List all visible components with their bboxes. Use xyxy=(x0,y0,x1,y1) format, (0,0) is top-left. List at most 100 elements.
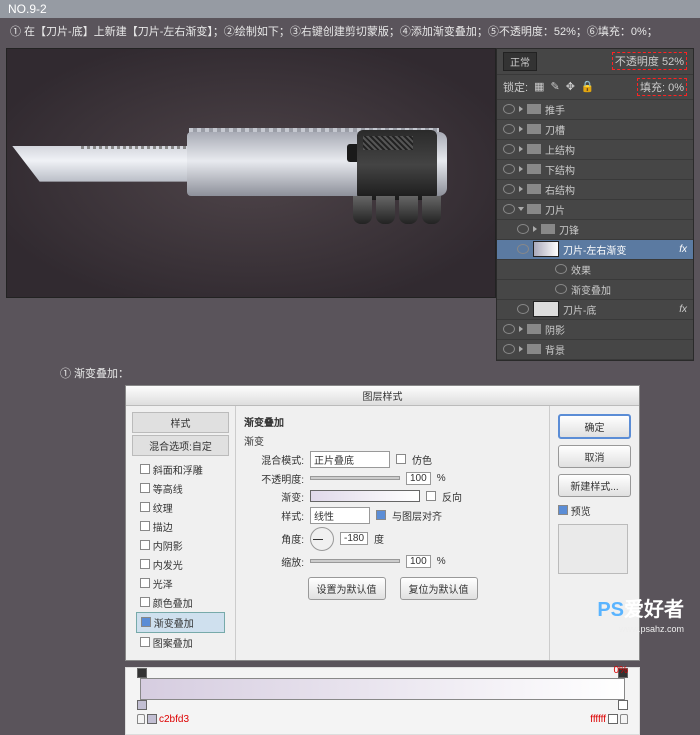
visibility-icon[interactable] xyxy=(503,164,515,174)
expand-icon[interactable] xyxy=(519,106,523,112)
align-checkbox[interactable] xyxy=(376,510,386,520)
style-checkbox[interactable] xyxy=(140,540,150,550)
expand-icon[interactable] xyxy=(519,346,523,352)
visibility-icon[interactable] xyxy=(517,244,529,254)
style-select[interactable]: 线性 xyxy=(310,507,370,524)
style-item[interactable]: 纹理 xyxy=(136,498,225,517)
gradient-preview[interactable] xyxy=(310,490,420,502)
blend-header[interactable]: 混合选项:自定 xyxy=(132,435,229,456)
style-item[interactable]: 内阴影 xyxy=(136,536,225,555)
expand-icon[interactable] xyxy=(519,326,523,332)
layer-row[interactable]: 刀片-底fx xyxy=(497,300,693,320)
lock-icon[interactable]: ✥ xyxy=(566,80,575,93)
visibility-icon[interactable] xyxy=(555,264,567,274)
expand-icon[interactable] xyxy=(519,186,523,192)
fx-badge[interactable]: fx xyxy=(679,304,687,315)
visibility-icon[interactable] xyxy=(503,144,515,154)
layer-row[interactable]: 刀锋 xyxy=(497,220,693,240)
lock-icon[interactable]: 🔒 xyxy=(581,80,595,93)
subheading: ① 渐变叠加： xyxy=(0,361,700,385)
scale-slider[interactable] xyxy=(310,559,400,563)
layer-row[interactable]: 刀片 xyxy=(497,200,693,220)
style-item[interactable]: 内发光 xyxy=(136,555,225,574)
left-color: c2bfd3 xyxy=(137,714,189,725)
style-checkbox[interactable] xyxy=(141,617,151,627)
lock-icon[interactable]: ▦ xyxy=(534,80,544,93)
opacity-stop-left[interactable] xyxy=(137,668,147,678)
visibility-icon[interactable] xyxy=(517,304,529,314)
effect-row[interactable]: 效果 xyxy=(497,260,693,280)
opacity-slider[interactable] xyxy=(310,476,400,480)
ok-button[interactable]: 确定 xyxy=(558,414,631,439)
style-item[interactable]: 描边 xyxy=(136,517,225,536)
lock-icon[interactable]: ✎ xyxy=(550,80,559,93)
color-stop-right[interactable] xyxy=(618,700,628,710)
expand-icon[interactable] xyxy=(533,226,537,232)
gradient-bar[interactable]: 0% c2bfd3 ffffff xyxy=(140,678,625,700)
layer-row[interactable]: 背景 xyxy=(497,340,693,360)
visibility-icon[interactable] xyxy=(503,124,515,134)
section-sub: 渐变 xyxy=(244,433,541,448)
style-item[interactable]: 颜色叠加 xyxy=(136,593,225,612)
fx-badge[interactable]: fx xyxy=(679,244,687,255)
style-item[interactable]: 斜面和浮雕 xyxy=(136,460,225,479)
style-checkbox[interactable] xyxy=(140,597,150,607)
effect-row[interactable]: 渐变叠加 xyxy=(497,280,693,300)
visibility-icon[interactable] xyxy=(503,204,515,214)
set-default-button[interactable]: 设置为默认值 xyxy=(308,577,386,600)
style-checkbox[interactable] xyxy=(140,559,150,569)
style-item[interactable]: 图案叠加 xyxy=(136,633,225,652)
style-item[interactable]: 等高线 xyxy=(136,479,225,498)
layer-row[interactable]: 上结构 xyxy=(497,140,693,160)
style-item[interactable]: 渐变叠加 xyxy=(136,612,225,633)
reverse-checkbox[interactable] xyxy=(426,491,436,501)
opacity-value[interactable]: 52% xyxy=(662,56,684,68)
blend-mode-select[interactable]: 正常 xyxy=(503,52,537,71)
style-checkbox[interactable] xyxy=(140,464,150,474)
new-style-button[interactable]: 新建样式... xyxy=(558,474,631,497)
layer-row[interactable]: 右结构 xyxy=(497,180,693,200)
styles-header[interactable]: 样式 xyxy=(132,412,229,433)
dither-checkbox[interactable] xyxy=(396,454,406,464)
layer-row[interactable]: 刀槽 xyxy=(497,120,693,140)
color-stop-left[interactable] xyxy=(137,700,147,710)
expand-icon[interactable] xyxy=(519,146,523,152)
reset-default-button[interactable]: 复位为默认值 xyxy=(400,577,478,600)
visibility-icon[interactable] xyxy=(517,224,529,234)
visibility-icon[interactable] xyxy=(503,344,515,354)
layer-row[interactable]: 下结构 xyxy=(497,160,693,180)
knife-grip xyxy=(357,130,437,200)
style-checkbox[interactable] xyxy=(140,521,150,531)
cancel-button[interactable]: 取消 xyxy=(558,445,631,468)
scale-input[interactable]: 100 xyxy=(406,555,431,568)
layer-row[interactable]: 推手 xyxy=(497,100,693,120)
opacity-input[interactable]: 100 xyxy=(406,472,431,485)
style-item[interactable]: 光泽 xyxy=(136,574,225,593)
style-checkbox[interactable] xyxy=(140,502,150,512)
visibility-icon[interactable] xyxy=(503,184,515,194)
layers-panel: 正常 不透明度 52% 锁定: ▦ ✎ ✥ 🔒 填充: 0% 推手刀槽上结构下结… xyxy=(496,48,694,361)
blend-select[interactable]: 正片叠底 xyxy=(310,451,390,468)
gradient-editor: 0% c2bfd3 ffffff xyxy=(125,667,640,735)
angle-input[interactable]: -180 xyxy=(340,532,368,545)
visibility-icon[interactable] xyxy=(555,284,567,294)
styles-list: 样式 混合选项:自定 斜面和浮雕 等高线 纹理 描边 内阴影 内发光 光泽 颜色… xyxy=(126,406,236,660)
angle-dial[interactable] xyxy=(310,527,334,551)
expand-icon[interactable] xyxy=(518,207,524,211)
layer-thumb[interactable] xyxy=(533,241,559,257)
expand-icon[interactable] xyxy=(519,126,523,132)
style-checkbox[interactable] xyxy=(140,578,150,588)
layer-name: 下结构 xyxy=(545,162,575,177)
layer-row[interactable]: 阴影 xyxy=(497,320,693,340)
visibility-icon[interactable] xyxy=(503,104,515,114)
canvas[interactable] xyxy=(6,48,496,298)
layer-row[interactable]: 刀片-左右渐变fx xyxy=(497,240,693,260)
fill-value[interactable]: 0% xyxy=(668,82,684,94)
visibility-icon[interactable] xyxy=(503,324,515,334)
layer-thumb[interactable] xyxy=(533,301,559,317)
lock-icon xyxy=(620,714,628,724)
style-checkbox[interactable] xyxy=(140,483,150,493)
preview-checkbox[interactable] xyxy=(558,505,568,515)
style-checkbox[interactable] xyxy=(140,637,150,647)
expand-icon[interactable] xyxy=(519,166,523,172)
